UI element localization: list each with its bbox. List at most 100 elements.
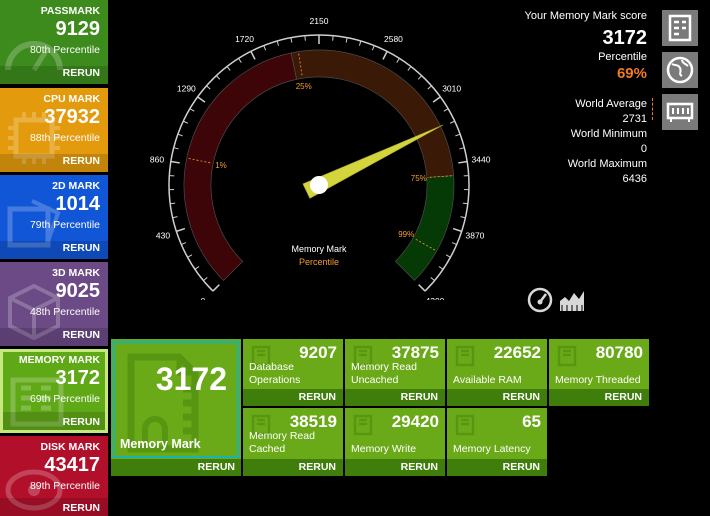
rerun-button[interactable]: RERUN (198, 461, 235, 473)
sidebar-item-label: 3D MARK (52, 267, 100, 279)
tile-label-line1: Memory Read (351, 361, 417, 373)
percentile-value: 69% (616, 65, 647, 82)
sidebar-item-percentile: 79th Percentile (29, 219, 100, 231)
gauge-minor-tick (290, 37, 293, 43)
tile-label-line2: Operations (249, 374, 301, 386)
gauge-tick-label: 3010 (442, 84, 461, 94)
gauge-minor-tick (358, 40, 362, 46)
world-maximum-label: World Maximum (567, 158, 647, 170)
gauge-tick-label: 3870 (466, 231, 485, 241)
gauge-minor-tick (187, 254, 193, 258)
gauge-minor-tick (194, 266, 200, 270)
sidebar-item-memory[interactable]: MEMORY MARK 3172 69th Percentile RERUN (0, 349, 108, 433)
rerun-button[interactable]: RERUN (605, 391, 642, 403)
tile-value: 65 (522, 412, 541, 431)
tile-label-line2: Memory Latency (453, 443, 531, 455)
memory-mark-value: 3172 (155, 361, 227, 397)
sidebar-item-passmark[interactable]: PASSMARK 9129 80th Percentile RERUN (0, 0, 108, 84)
tile-available-ram[interactable]: 22652 Available RAM RERUN (447, 339, 547, 406)
sidebar-item-value: 1014 (55, 193, 101, 215)
gauge-minor-tick (417, 75, 423, 80)
gauge-major-tick (170, 160, 180, 164)
percentile-marker-label: 99% (398, 230, 414, 239)
tile-value: 29420 (391, 412, 439, 431)
sidebar-item-percentile: 88th Percentile (29, 132, 100, 144)
percentile-marker-label: 75% (411, 174, 427, 183)
rerun-button[interactable]: RERUN (63, 242, 100, 254)
gauge-zone (183, 52, 298, 281)
rerun-button[interactable]: RERUN (503, 461, 540, 473)
globe-icon (666, 56, 694, 84)
rerun-button[interactable]: RERUN (63, 416, 100, 428)
tile-memory-write[interactable]: 29420 Memory Write RERUN (345, 408, 445, 476)
sidebar-item-percentile: 80th Percentile (29, 44, 100, 56)
gauge-minor-tick (443, 108, 449, 112)
tile-value: 9207 (299, 343, 337, 362)
tile-label-line2: Uncached (351, 374, 399, 386)
gauge-needle (302, 124, 444, 199)
gauge-minor-tick (172, 216, 178, 219)
rerun-button[interactable]: RERUN (401, 391, 438, 403)
memory-module-icon (455, 345, 475, 367)
gauge-minor-tick (173, 147, 179, 150)
gauge-tick-label: 860 (150, 154, 164, 164)
memory-module-icon (353, 414, 373, 436)
sidebar-item-percentile: 89th Percentile (29, 480, 100, 492)
gauge-minor-tick (459, 147, 465, 150)
tile-memory-read-cached[interactable]: 38519 Memory Read Cached RERUN (243, 408, 343, 476)
tile-memory-threaded[interactable]: 80780 Memory Threaded RERUN (549, 339, 649, 406)
rerun-button[interactable]: RERUN (63, 155, 100, 167)
memory-module-icon (455, 414, 475, 436)
world-average-value: 2731 (622, 113, 647, 125)
rerun-button[interactable]: RERUN (299, 461, 336, 473)
percentile-marker-label: 25% (296, 82, 312, 91)
score-heading: Your Memory Mark score (524, 10, 647, 22)
sidebar-item-cpu[interactable]: CPU MARK 37932 88th Percentile RERUN (0, 88, 108, 172)
tile-memory-latency[interactable]: 65 Memory Latency RERUN (447, 408, 547, 476)
system-info-button[interactable] (662, 10, 698, 46)
rerun-button[interactable]: RERUN (401, 461, 438, 473)
tile-label-line2: Memory Threaded (555, 374, 641, 386)
rerun-button[interactable]: RERUN (63, 329, 100, 341)
gauge-major-tick (176, 227, 186, 233)
chart-area-icon[interactable] (558, 287, 586, 313)
memory-mark-window: PASSMARK 9129 80th Percentile RERUN CPU … (0, 0, 710, 516)
gauge-major-tick (250, 51, 256, 60)
world-minimum-value: 0 (640, 143, 647, 155)
world-compare-button[interactable] (662, 52, 698, 88)
tile-memory-read-uncached[interactable]: 37875 Memory Read Uncached RERUN (345, 339, 445, 406)
gauge-major-tick (418, 284, 426, 292)
sidebar-item-3d[interactable]: 3D MARK 9025 48th Percentile RERUN (0, 262, 108, 346)
sidebar-item-label: CPU MARK (43, 93, 100, 105)
gauge-minor-tick (189, 108, 195, 112)
rerun-button[interactable]: RERUN (63, 502, 100, 514)
sidebar-item-disk[interactable]: DISK MARK 43417 89th Percentile RERUN (0, 436, 108, 516)
speed-gauge-icon[interactable] (527, 287, 553, 313)
tile-label-line1: Memory Read (249, 430, 315, 442)
memory-mark-main-tile[interactable]: 3172 Memory Mark RERUN (111, 339, 241, 476)
sidebar-item-value: 43417 (44, 454, 100, 476)
tile-value: 38519 (289, 412, 337, 431)
gauge-minor-tick (460, 216, 466, 219)
gauge-minor-tick (276, 40, 280, 46)
gauge-minor-tick (445, 254, 451, 258)
tile-label-line2: Available RAM (453, 374, 522, 386)
tile-label-line2: Cached (249, 443, 286, 455)
gauge-title: Memory Mark (291, 244, 347, 254)
gauge-minor-tick (462, 202, 468, 205)
world-minimum-label: World Minimum (570, 128, 647, 140)
gauge-minor-tick (226, 66, 231, 71)
tile-database-operations[interactable]: 9207 Database Operations RERUN (243, 339, 343, 406)
rerun-button[interactable]: RERUN (503, 391, 540, 403)
sidebar-item-label: 2D MARK (52, 180, 100, 192)
gauge-minor-tick (183, 120, 189, 124)
sidebar-item-2d[interactable]: 2D MARK 1014 79th Percentile RERUN (0, 175, 108, 259)
rerun-button[interactable]: RERUN (299, 391, 336, 403)
hardware-button[interactable] (662, 94, 698, 130)
memory-module-icon (557, 345, 577, 367)
gauge-minor-tick (238, 58, 242, 63)
sidebar-item-value: 9129 (55, 18, 101, 40)
rerun-button[interactable]: RERUN (63, 67, 100, 79)
memory-mark-gauge: 043086012901720215025803010344038704300 … (150, 16, 491, 300)
gauge-tick-label: 4300 (426, 296, 445, 300)
